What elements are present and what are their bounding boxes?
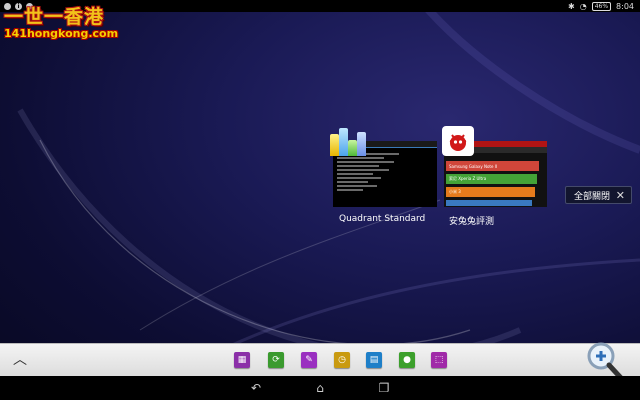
screenshot-icon[interactable]: ⬚ <box>431 352 447 368</box>
quadrant-icon[interactable] <box>330 126 366 156</box>
clock: 8:04 <box>616 1 634 11</box>
refresh-icon[interactable]: ⟳ <box>268 352 284 368</box>
antutu-icon[interactable] <box>442 126 474 156</box>
bar-1: Samsung Galaxy Note II <box>446 161 539 171</box>
close-all-label: 全部關閉 <box>574 191 611 202</box>
recents-icon[interactable]: ❐ <box>376 380 392 396</box>
calculator-icon[interactable]: ▦ <box>234 352 250 368</box>
recent-app-label-antutu[interactable]: 安兔兔評測 <box>449 214 494 227</box>
small-apps-dock: ︿ ▦ ⟳ ✎ ◷ ▤ ● ⬚ <box>0 343 640 377</box>
watermark-url: 141hongkong.com <box>4 27 119 40</box>
navigation-bar: ↶ ⌂ ❐ <box>0 376 640 400</box>
battery-indicator: 46% <box>591 1 612 11</box>
close-all-button[interactable]: 全部關閉 ✕ <box>565 186 632 204</box>
watermark-title: 一世一香港 <box>4 6 105 28</box>
wifi-icon: ◔ <box>579 1 587 11</box>
close-icon: ✕ <box>615 188 625 202</box>
chevron-up-icon[interactable]: ︿ <box>12 352 28 368</box>
timer-icon[interactable]: ◷ <box>334 352 350 368</box>
watermark-logo: 一世一香港 141hongkong.com <box>4 2 118 40</box>
bar-4 <box>446 200 532 206</box>
grid-icon[interactable]: ▤ <box>366 352 382 368</box>
home-icon[interactable]: ⌂ <box>312 380 328 396</box>
back-icon[interactable]: ↶ <box>248 380 264 396</box>
bluetooth-icon: ✱ <box>568 1 575 11</box>
microphone-icon[interactable]: ● <box>399 352 415 368</box>
pencil-icon[interactable]: ✎ <box>301 352 317 368</box>
recent-app-label-quadrant[interactable]: Quadrant Standard <box>339 214 425 224</box>
bar-2: 索尼 Xperia Z Ultra <box>446 174 537 184</box>
bar-3: 小米 3 <box>446 187 535 197</box>
